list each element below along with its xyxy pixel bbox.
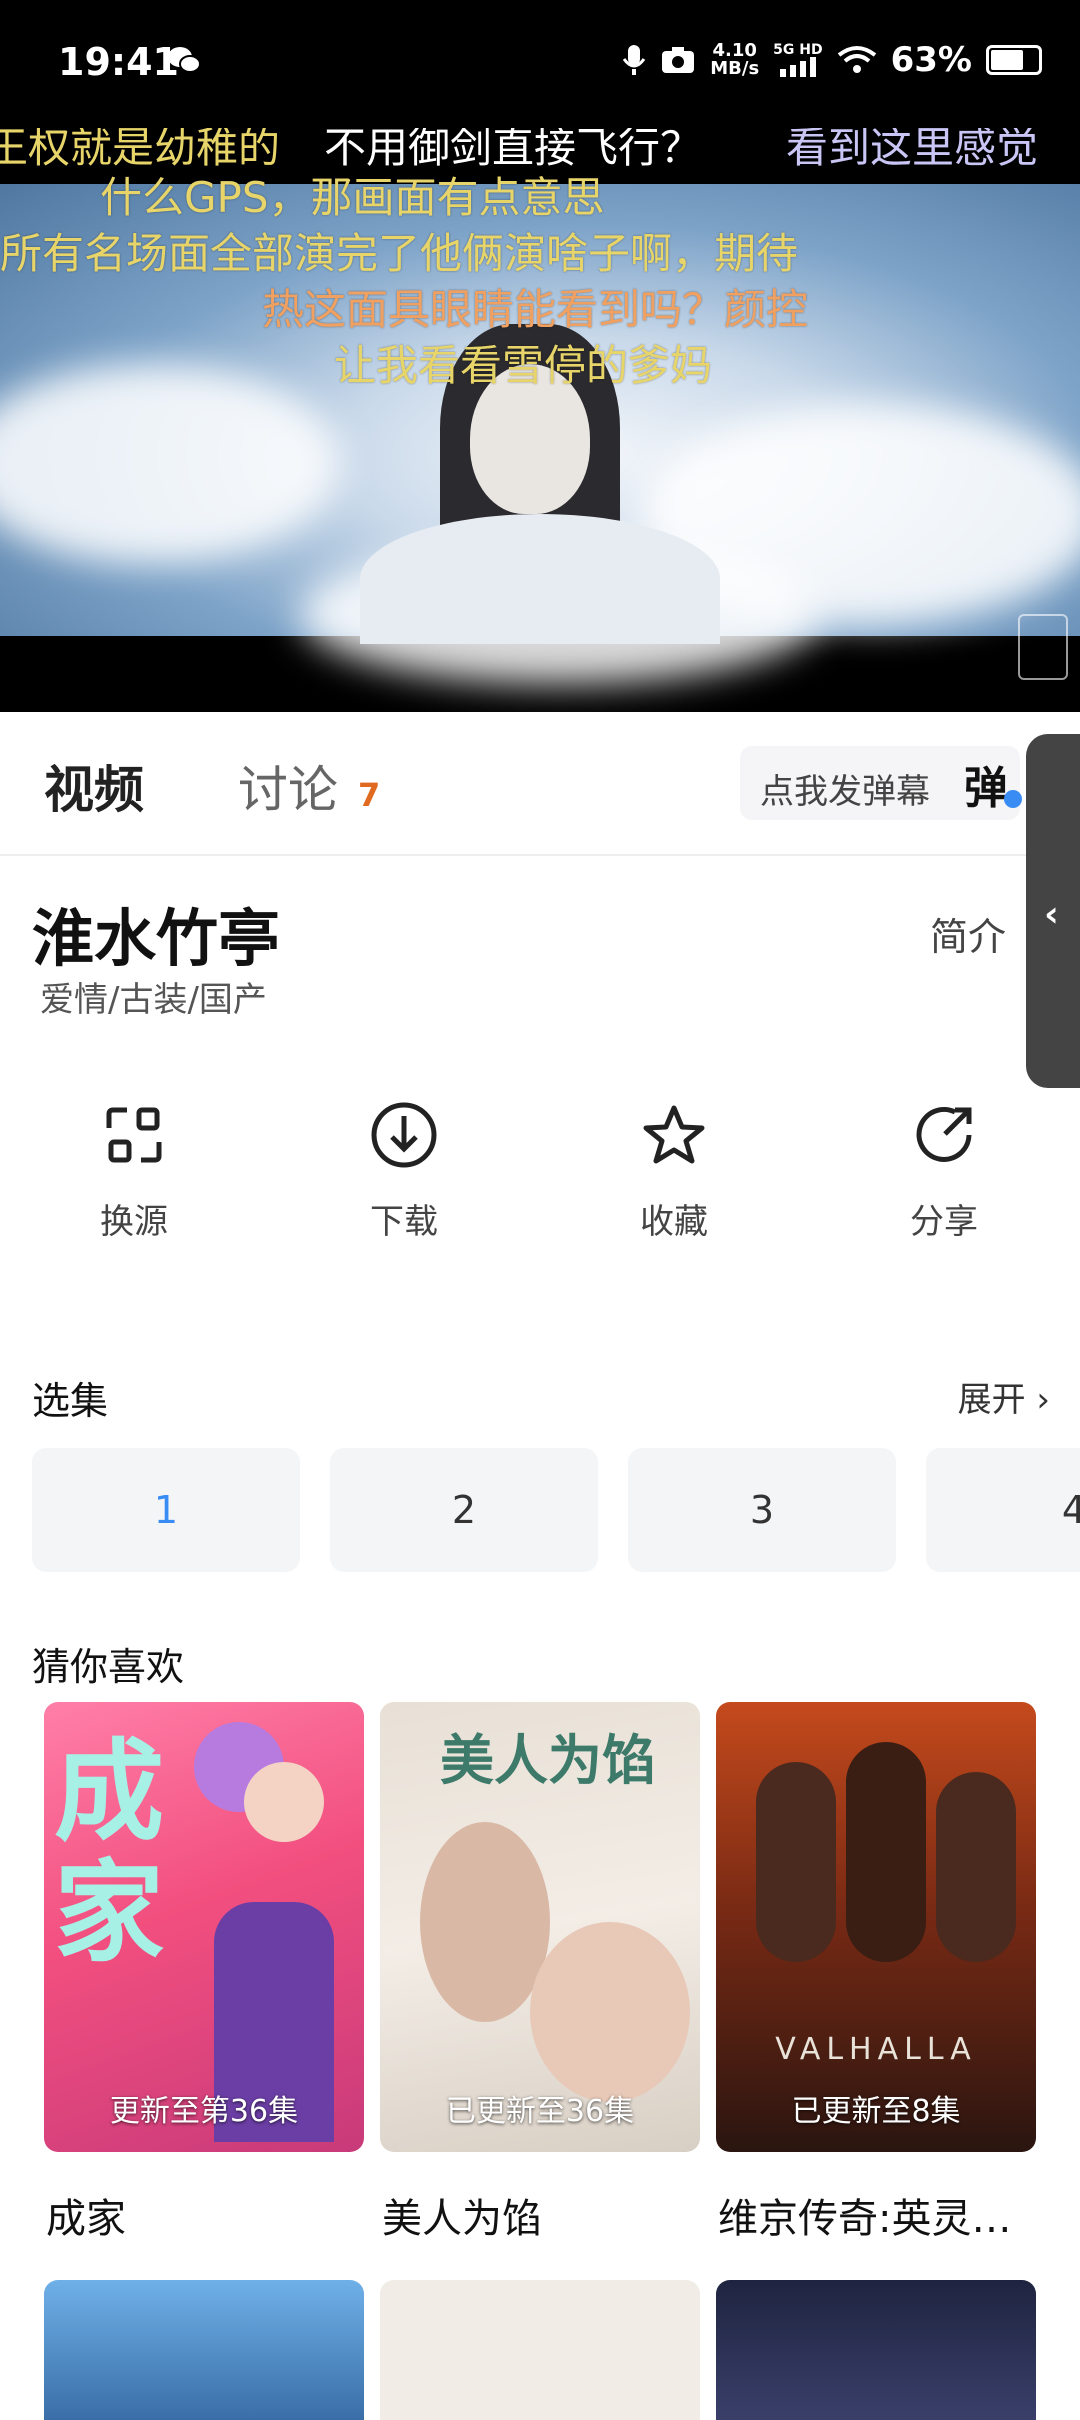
send-danmaku-button[interactable]: 点我发弹幕 弹 <box>740 746 1022 820</box>
net-speed: 4.10 MB/s <box>710 40 760 79</box>
star-icon <box>643 1105 705 1164</box>
send-danmaku-label: 点我发弹幕 <box>760 772 930 812</box>
show-title: 淮水竹亭 <box>32 902 281 975</box>
danmaku-comment: 所有名场面全部演完了他俩演啥子啊，期待 <box>0 229 799 278</box>
cell-signal: 5G HD <box>773 43 823 77</box>
discuss-count-badge: 7 <box>358 776 381 814</box>
status-time: 19:41 <box>58 40 179 84</box>
poster-card[interactable]: VALHALLA 已更新至8集 <box>716 1702 1036 2152</box>
expand-episodes-button[interactable]: 展开 › <box>958 1372 1050 1421</box>
switch-source-button[interactable]: 换源 <box>44 1100 224 1243</box>
download-button[interactable]: 下载 <box>314 1100 494 1243</box>
danmaku-comment: 什么GPS，那画面有点意思 <box>100 173 605 222</box>
danmaku-comment: 热这面具眼睛能看到吗？颜控 <box>262 285 809 334</box>
detail-tabs: 视频 讨论 7 点我发弹幕 弹 <box>0 712 1080 856</box>
poster-title[interactable]: 维京传奇:英灵… <box>718 2186 1028 2244</box>
status-bar: 19:41 4.10 MB/s 5G HD 63% <box>0 0 1080 128</box>
platform-watermark <box>1018 614 1068 680</box>
danmaku-comment: 让我看看雪停的爹妈 <box>334 341 713 390</box>
wifi-icon <box>837 46 876 73</box>
camera-icon <box>662 47 695 73</box>
intro-link[interactable]: 简介 <box>930 906 1006 961</box>
poster-badge: 已更新至36集 <box>445 2094 635 2129</box>
episodes-heading: 选集 <box>32 1379 109 1423</box>
side-drawer-handle[interactable]: ‹ <box>1026 734 1080 1088</box>
poster-title[interactable]: 成家 <box>46 2186 126 2244</box>
poster-card[interactable]: 美人为馅 已更新至36集 <box>380 1702 700 2152</box>
download-icon <box>371 1102 437 1168</box>
favorite-button[interactable]: 收藏 <box>584 1100 764 1243</box>
recommend-heading: 猜你喜欢 <box>32 1645 185 1689</box>
episode-item[interactable]: 3 <box>628 1448 896 1572</box>
danmaku-comment: 看到这里感觉 <box>786 128 1039 172</box>
poster-card[interactable] <box>44 2280 364 2420</box>
poster-title[interactable]: 美人为馅 <box>382 2186 542 2244</box>
video-player[interactable]: 王权就是幼稚的 不用御剑直接飞行？ 看到这里感觉 什么GPS，那画面有点意思 所… <box>0 128 1080 712</box>
wechat-icon <box>168 47 201 73</box>
mic-icon <box>623 45 646 75</box>
switch-source-icon <box>106 1107 162 1163</box>
chevron-left-icon: ‹ <box>1044 894 1059 935</box>
poster-card[interactable] <box>380 2280 700 2420</box>
share-icon <box>916 1106 972 1162</box>
share-button[interactable]: 分享 <box>854 1100 1034 1243</box>
episode-item[interactable]: 2 <box>330 1448 598 1572</box>
show-tags: 爱情/古装/国产 <box>40 980 267 1020</box>
danmaku-icon: 弹 <box>964 752 1022 814</box>
poster-badge: 更新至第36集 <box>109 2094 299 2129</box>
action-row: 换源 下载 收藏 分享 <box>0 1100 1080 1270</box>
poster-card[interactable]: 成家 更新至第36集 <box>44 1702 364 2152</box>
battery-percent: 63% <box>890 40 972 80</box>
poster-card[interactable] <box>716 2280 1036 2420</box>
episode-item[interactable]: 1 <box>32 1448 300 1572</box>
battery-icon <box>986 45 1042 75</box>
tab-discuss[interactable]: 讨论 <box>238 750 338 822</box>
tab-video[interactable]: 视频 <box>44 750 144 822</box>
poster-badge: 已更新至8集 <box>791 2094 961 2129</box>
chevron-right-icon: › <box>1036 1380 1050 1420</box>
episode-item[interactable]: 4 <box>926 1448 1080 1572</box>
